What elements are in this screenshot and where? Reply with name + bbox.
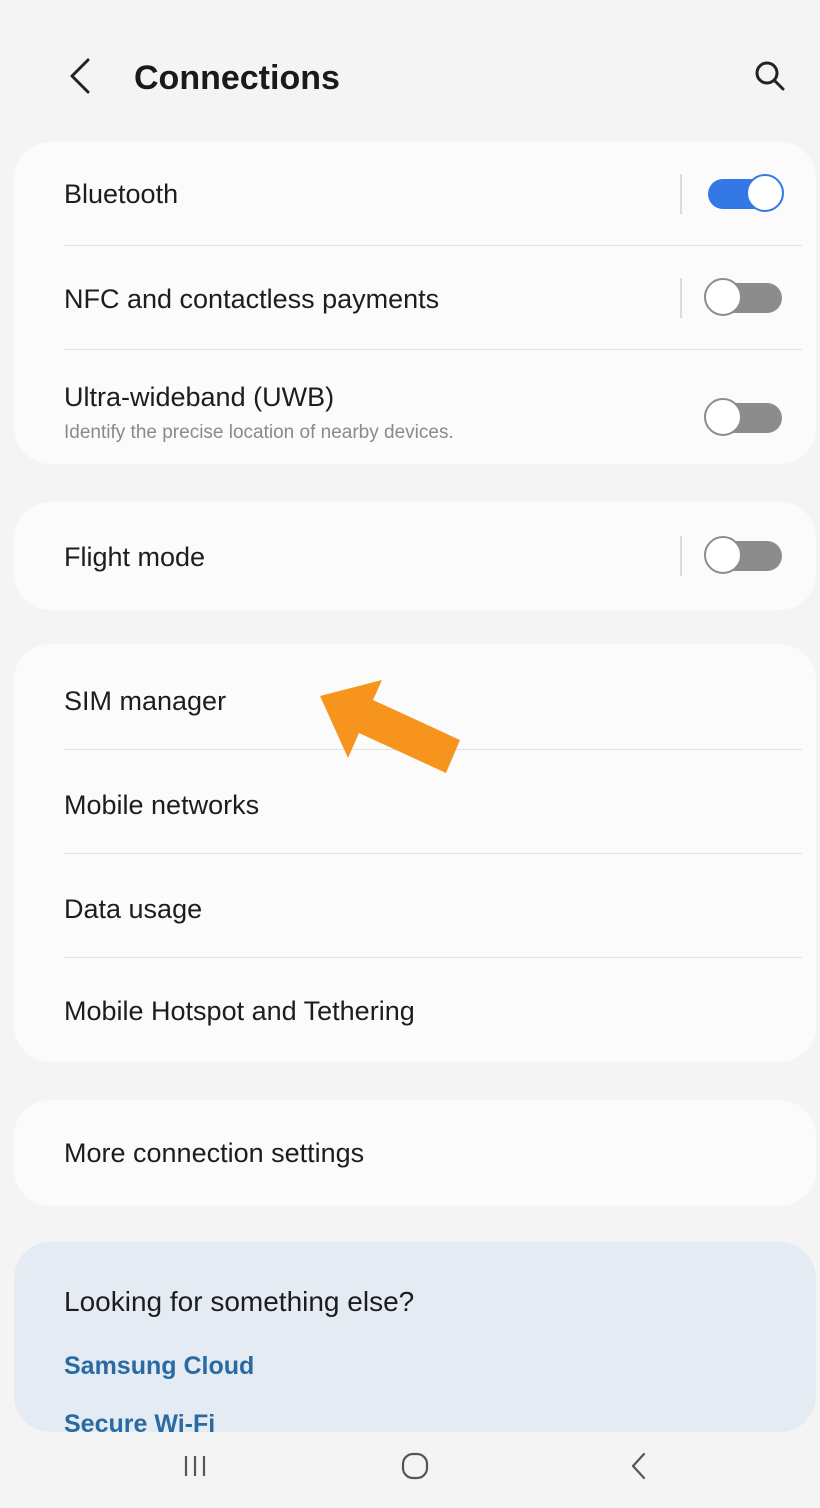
nav-back-button[interactable] (604, 1438, 674, 1498)
divider (680, 536, 682, 576)
search-button[interactable] (744, 52, 796, 104)
row-label: SIM manager (64, 686, 227, 716)
chevron-left-icon (68, 57, 92, 100)
row-subtitle: Identify the precise location of nearby … (64, 422, 454, 443)
flight-mode-toggle[interactable] (704, 536, 784, 576)
row-label: Flight mode (64, 542, 206, 572)
samsung-cloud-link[interactable]: Samsung Cloud (64, 1352, 254, 1381)
toggle-knob (746, 174, 784, 212)
search-icon (754, 60, 786, 97)
flight-card: Flight mode (14, 502, 816, 610)
home-button[interactable] (380, 1438, 450, 1498)
toggle-knob (704, 536, 742, 574)
connections-screen: Connections Bluetooth NFC and contactles… (0, 0, 820, 1508)
row-label: More connection settings (64, 1138, 365, 1168)
system-nav-bar (0, 1432, 820, 1508)
divider (680, 174, 682, 214)
settings-row-bluetooth[interactable]: Bluetooth (14, 142, 816, 246)
row-label: Bluetooth (64, 179, 179, 209)
settings-row-hotspot[interactable]: Mobile Hotspot and Tethering (14, 958, 816, 1062)
settings-row-data-usage[interactable]: Data usage (14, 854, 816, 958)
row-label: Data usage (64, 894, 203, 924)
toggle-knob (704, 398, 742, 436)
row-label: NFC and contactless payments (64, 284, 440, 314)
settings-row-more-connection[interactable]: More connection settings (14, 1100, 816, 1206)
page-title: Connections (134, 59, 340, 97)
settings-row-flight-mode[interactable]: Flight mode (14, 502, 816, 610)
home-icon (400, 1451, 430, 1486)
recents-icon (180, 1453, 210, 1484)
annotation-arrow-icon (316, 680, 466, 780)
back-icon (629, 1451, 649, 1486)
secure-wifi-link[interactable]: Secure Wi-Fi (64, 1410, 215, 1432)
back-button[interactable] (58, 52, 102, 104)
row-label: Ultra-wideband (UWB) (64, 382, 335, 412)
app-bar: Connections (0, 0, 820, 140)
toggle-knob (704, 278, 742, 316)
settings-row-uwb[interactable]: Ultra-wideband (UWB) Identify the precis… (14, 350, 816, 464)
more-card: More connection settings (14, 1100, 816, 1206)
recents-button[interactable] (160, 1438, 230, 1498)
divider (680, 278, 682, 318)
row-label: Mobile networks (64, 790, 260, 820)
row-label: Mobile Hotspot and Tethering (64, 996, 415, 1026)
nfc-toggle[interactable] (704, 278, 784, 318)
bluetooth-toggle[interactable] (704, 174, 784, 214)
uwb-toggle[interactable] (704, 398, 784, 438)
suggestions-title: Looking for something else? (64, 1286, 415, 1317)
radios-card: Bluetooth NFC and contactless payments U… (14, 142, 816, 464)
suggestions-card: Looking for something else? Samsung Clou… (14, 1242, 816, 1432)
settings-row-nfc[interactable]: NFC and contactless payments (14, 246, 816, 350)
